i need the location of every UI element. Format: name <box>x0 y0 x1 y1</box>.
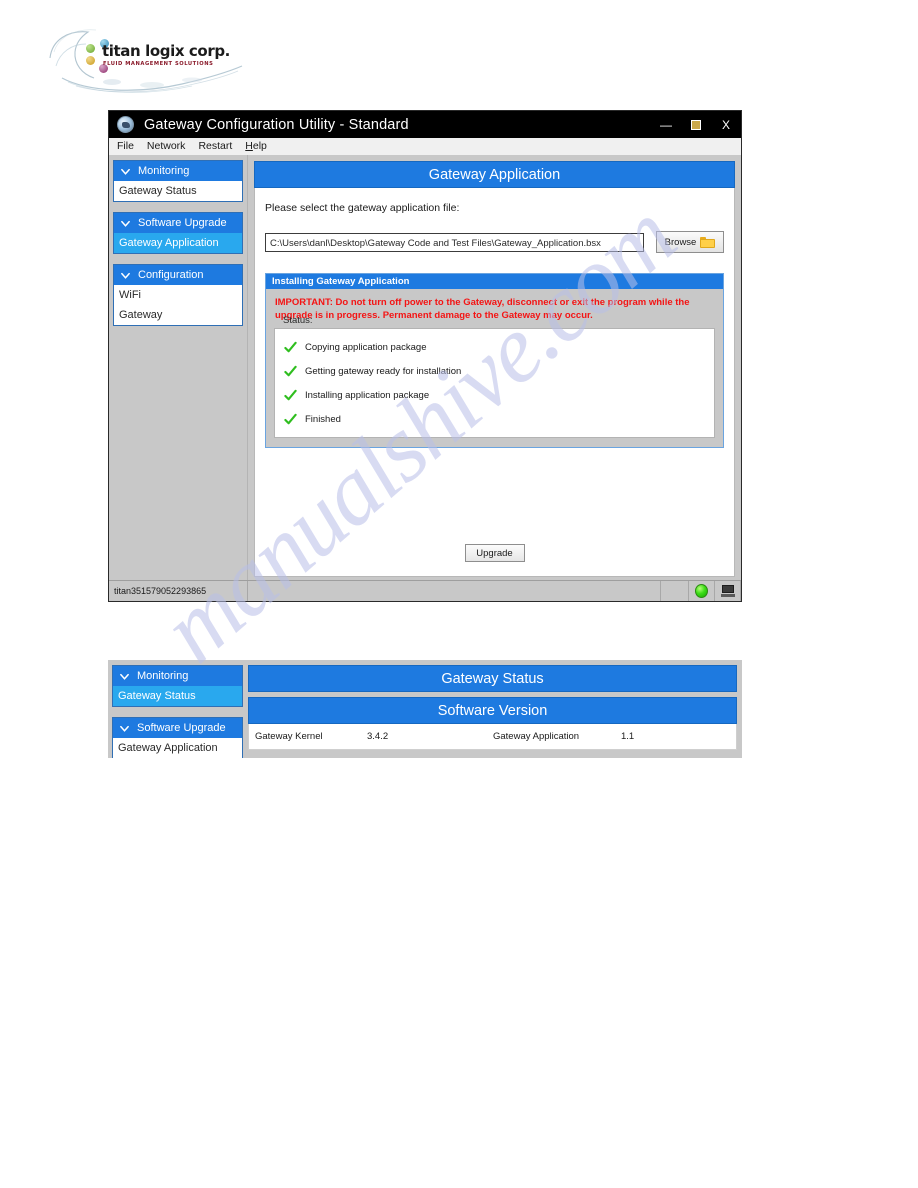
fragment-nav-group-monitoring: Monitoring Gateway Status <box>112 665 243 707</box>
important-warning-text: IMPORTANT: Do not turn off power to the … <box>275 297 690 321</box>
chevron-down-icon <box>120 673 129 680</box>
device-id-label: titan351579052293865 <box>109 581 248 601</box>
status-caption: Status: <box>283 315 313 326</box>
logo-dot-green <box>86 44 95 53</box>
status-step-label: Installing application package <box>305 389 430 401</box>
nav-group-header-monitoring[interactable]: Monitoring <box>114 161 242 181</box>
gateway-application-label: Gateway Application <box>493 731 580 742</box>
fragment-content-area: Gateway Status Software Version Gateway … <box>248 665 737 758</box>
gateway-status-fragment: Monitoring Gateway Status Software Upgra… <box>108 660 742 758</box>
upgrade-button[interactable]: Upgrade <box>464 544 525 562</box>
fragment-page-title: Gateway Status <box>248 665 737 692</box>
checkmark-icon <box>284 413 297 424</box>
sidebar-item-gateway-application[interactable]: Gateway Application <box>114 233 242 253</box>
logo-dot-yellow <box>86 56 95 65</box>
status-step-label: Copying application package <box>305 341 427 353</box>
window-body: Monitoring Gateway Status Software Upgra… <box>109 155 741 580</box>
connection-led-cell <box>689 581 715 601</box>
nav-group-label: Monitoring <box>138 165 190 177</box>
menu-item-restart[interactable]: Restart <box>198 138 232 155</box>
nav-group-header-software-upgrade[interactable]: Software Upgrade <box>114 213 242 233</box>
menu-item-file[interactable]: File <box>117 138 134 155</box>
fragment-nav-group-header-monitoring[interactable]: Monitoring <box>113 666 242 686</box>
fragment-nav-group-software-upgrade: Software Upgrade Gateway Application <box>112 717 243 758</box>
gateway-application-value: 1.1 <box>621 731 635 742</box>
status-bar: titan351579052293865 <box>109 580 741 601</box>
window-title: Gateway Configuration Utility - Standard <box>144 116 409 133</box>
sidebar-item-gateway-status[interactable]: Gateway Status <box>114 181 242 201</box>
nav-group-label: Monitoring <box>137 670 189 682</box>
fragment-nav-group-header-software-upgrade[interactable]: Software Upgrade <box>113 718 242 738</box>
fragment-sidebar-item-gateway-status[interactable]: Gateway Status <box>113 686 242 706</box>
sidebar-item-gateway[interactable]: Gateway <box>114 305 242 325</box>
checkmark-icon <box>284 389 297 400</box>
nav-group-header-configuration[interactable]: Configuration <box>114 265 242 285</box>
fragment-sidebar-item-gateway-application[interactable]: Gateway Application <box>113 738 242 758</box>
maximize-icon <box>691 119 701 130</box>
browse-button-label: Browse <box>664 236 697 248</box>
checkmark-icon <box>284 341 297 352</box>
menu-item-help[interactable]: Help <box>245 138 267 155</box>
logo-wordmark: titan logix corp. <box>102 42 230 60</box>
software-version-header: Software Version <box>248 697 737 724</box>
navigation-sidebar: Monitoring Gateway Status Software Upgra… <box>109 155 248 580</box>
close-button[interactable]: X <box>711 111 741 138</box>
status-step: Installing application package <box>275 383 714 407</box>
maximize-button[interactable] <box>681 111 711 138</box>
minimize-button[interactable]: — <box>651 111 681 138</box>
status-step: Getting gateway ready for installation <box>275 359 714 383</box>
checkmark-icon <box>284 365 297 376</box>
menu-bar: File Network Restart Help <box>109 138 741 156</box>
chevron-down-icon <box>121 168 130 175</box>
browse-button[interactable]: Browse <box>656 231 724 253</box>
gateway-configuration-utility-window: Gateway Configuration Utility - Standard… <box>108 110 742 602</box>
nav-group-configuration: Configuration WiFi Gateway <box>113 264 243 326</box>
file-select-label: Please select the gateway application fi… <box>265 202 460 214</box>
gateway-kernel-value: 3.4.2 <box>367 731 389 742</box>
window-controls: — X <box>651 111 741 138</box>
file-path-input[interactable]: C:\Users\danl\Desktop\Gateway Code and T… <box>265 232 644 252</box>
status-step: Finished <box>275 407 714 431</box>
status-list-box: Status: Copying application package Gett… <box>274 315 715 438</box>
installing-gateway-application-group: Installing Gateway Application IMPORTANT… <box>265 273 724 448</box>
computer-icon <box>720 585 735 597</box>
logo-tagline: FLUID MANAGEMENT SOLUTIONS <box>103 61 214 67</box>
folder-icon <box>700 236 716 248</box>
status-bar-gap <box>661 581 689 601</box>
gateway-kernel-label: Gateway Kernel <box>255 731 323 742</box>
nav-group-label: Software Upgrade <box>137 722 226 734</box>
fragment-navigation-sidebar: Monitoring Gateway Status Software Upgra… <box>112 665 243 758</box>
nav-group-software-upgrade: Software Upgrade Gateway Application <box>113 212 243 254</box>
status-step-label: Finished <box>305 413 341 425</box>
file-select-row: C:\Users\danl\Desktop\Gateway Code and T… <box>265 231 724 253</box>
status-step-label: Getting gateway ready for installation <box>305 365 462 377</box>
panel-body: Please select the gateway application fi… <box>254 188 735 577</box>
status-step: Copying application package <box>275 335 714 359</box>
software-version-row: Gateway Kernel 3.4.2 Gateway Application… <box>248 724 737 750</box>
sidebar-item-wifi[interactable]: WiFi <box>114 285 242 305</box>
installing-group-header: Installing Gateway Application <box>266 274 723 289</box>
chevron-down-icon <box>121 220 130 227</box>
connection-icon-cell <box>715 581 741 601</box>
nav-group-monitoring: Monitoring Gateway Status <box>113 160 243 202</box>
menu-item-network[interactable]: Network <box>147 138 186 155</box>
connection-led-icon <box>695 584 708 598</box>
chevron-down-icon <box>121 272 130 279</box>
company-logo: titan logix corp. FLUID MANAGEMENT SOLUT… <box>42 22 252 98</box>
app-globe-icon <box>117 116 134 133</box>
content-area: Gateway Application Please select the ga… <box>248 155 741 580</box>
nav-group-label: Software Upgrade <box>138 217 227 229</box>
nav-group-label: Configuration <box>138 269 204 281</box>
status-bar-spacer <box>248 581 661 601</box>
title-bar: Gateway Configuration Utility - Standard… <box>109 111 741 138</box>
chevron-down-icon <box>120 725 129 732</box>
water-splash-graphic <box>49 29 243 93</box>
page-title: Gateway Application <box>254 161 735 188</box>
